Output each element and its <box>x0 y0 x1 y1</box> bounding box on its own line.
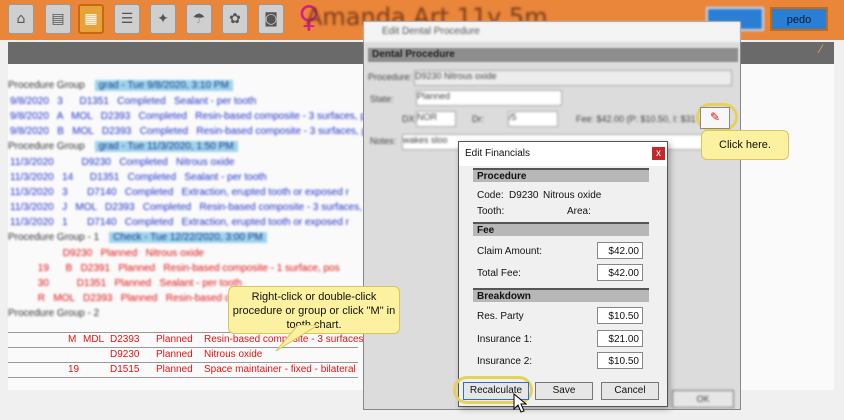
state-select[interactable]: Planned <box>416 90 562 106</box>
table-row[interactable]: 11/3/2020 14 D1351 Completed Sealant - p… <box>8 170 267 185</box>
chart-icon[interactable]: ▦ <box>78 4 104 34</box>
group-tag: grad - Tue 11/3/2020, 1:50 PM <box>94 141 238 152</box>
table-row[interactable]: 19 D1515 Planned Space maintainer - fixe… <box>8 362 358 378</box>
code-value: D9230 <box>509 190 539 201</box>
table-row[interactable]: 11/3/2020 J MOL D2393 Completed Resin-ba… <box>8 200 376 215</box>
fee-section-header: Fee <box>473 222 649 236</box>
procedure-section-header: Procedure <box>473 168 649 182</box>
edit-fee-button[interactable]: ✎ <box>700 107 730 129</box>
pedo-button[interactable]: pedo <box>770 7 828 31</box>
section-header: Dental Procedure <box>368 48 738 62</box>
table-row[interactable]: 11/3/2020 3 D7140 Completed Extraction, … <box>8 185 349 200</box>
code-label: Code: <box>477 190 504 201</box>
table-row[interactable]: 30 D1351 Planned Sealant - per tooth <box>8 276 242 291</box>
code-cell: D9230 <box>110 349 140 360</box>
insurance-2-field[interactable]: $10.50 <box>597 352 643 369</box>
group-label: Procedure Group <box>8 141 85 152</box>
dialog-title: Edit Financials <box>459 142 667 166</box>
tooth-label: Tooth: <box>477 206 505 217</box>
fee-summary: Fee: $42.00 (P: $10.50, I: $31 <box>576 114 696 124</box>
camera-icon[interactable]: ◙ <box>258 4 284 34</box>
claim-amount-field[interactable]: $42.00 <box>597 242 643 259</box>
pills-icon[interactable]: ✿ <box>222 4 248 34</box>
procedure-group-header[interactable]: Procedure Group - 1 Check - Tue 12/22/202… <box>8 230 267 245</box>
claim-amount-label: Claim Amount: <box>477 246 543 257</box>
group-tag: grad - Tue 9/8/2020, 3:10 PM <box>94 80 233 91</box>
table-row[interactable]: 9/8/2020 A MOL D2393 Completed Resin-bas… <box>8 109 372 124</box>
pencil-icon: ✎ <box>709 110 721 124</box>
total-fee-label: Total Fee: <box>477 268 521 279</box>
insurance-1-label: Insurance 1: <box>477 334 533 345</box>
state-label: State: <box>370 94 394 104</box>
area-label: Area: <box>567 206 591 217</box>
home-icon[interactable]: ⌂ <box>8 4 34 34</box>
edit-financials-dialog: Edit Financials x Procedure Code: D9230 … <box>453 141 668 407</box>
res-party-label: Res. Party <box>477 311 524 322</box>
status-cell: Planned <box>156 364 193 375</box>
wand-icon[interactable]: ⁄ <box>820 42 822 56</box>
group-label: Procedure Group <box>8 80 85 91</box>
cancel-button[interactable]: Cancel <box>601 382 659 400</box>
dr-select[interactable]: /5 <box>508 111 558 127</box>
total-fee-field[interactable]: $42.00 <box>597 264 643 281</box>
table-row[interactable]: 11/3/2020 1 D7140 Completed Extraction, … <box>8 215 349 230</box>
group-label: Procedure Group - 2 <box>8 308 100 319</box>
dx-select[interactable]: NOR <box>416 111 456 127</box>
table-row[interactable]: 11/3/2020 D9230 Completed Nitrous oxide <box>8 155 234 170</box>
code-description: Nitrous oxide <box>543 190 602 201</box>
procedure-field[interactable]: D9230 Nitrous oxide <box>414 70 732 86</box>
umbrella-icon[interactable]: ☂ <box>186 4 212 34</box>
procedure-group-header[interactable]: Procedure Group - 2 <box>8 306 99 321</box>
dr-label: Dr: <box>472 114 484 124</box>
status-cell: Planned <box>156 349 193 360</box>
procedure-group-header[interactable]: Procedure Group grad - Tue 11/3/2020, 1:5… <box>8 139 238 154</box>
table-row[interactable]: 9/8/2020 3 D1351 Completed Sealant - per… <box>8 94 256 109</box>
insurance-2-label: Insurance 2: <box>477 356 533 367</box>
res-party-field[interactable]: $10.50 <box>597 307 643 324</box>
description-cell: Space maintainer - fixed - bilateral <box>204 364 356 375</box>
table-row[interactable]: D9230 Planned Nitrous oxide <box>8 246 204 261</box>
document-icon[interactable]: ▤ <box>45 4 71 34</box>
procedure-label: Procedure: <box>368 72 413 82</box>
tooth-cell: M <box>68 334 77 345</box>
insurance-1-field[interactable]: $21.00 <box>597 330 643 347</box>
surface-cell: MDL <box>83 334 105 345</box>
mouse-cursor-icon <box>513 393 527 413</box>
group-label: Procedure Group - 1 <box>8 232 100 243</box>
tooth-cell: 19 <box>68 364 80 375</box>
code-cell: D2393 <box>110 334 140 345</box>
dx-label: DX: <box>402 114 418 124</box>
table-row[interactable]: 19 B D2391 Planned Resin-based composite… <box>8 261 340 276</box>
code-cell: D1515 <box>110 364 140 375</box>
close-icon[interactable]: x <box>652 147 665 160</box>
group-tag: Check - Tue 12/22/2020, 3:00 PM <box>109 232 267 243</box>
status-cell: Planned <box>156 334 193 345</box>
save-button[interactable]: Save <box>535 382 593 400</box>
form-icon[interactable]: ☰ <box>114 4 140 34</box>
dialog-title: Edit Dental Procedure <box>364 22 740 42</box>
callout-click-here: Click here. <box>701 130 789 160</box>
callout-pointer <box>275 325 319 352</box>
breakdown-section-header: Breakdown <box>473 288 649 302</box>
ok-button[interactable]: OK <box>672 390 734 408</box>
notes-label: Notes: <box>370 136 397 146</box>
procedure-group-header[interactable]: Procedure Group grad - Tue 9/8/2020, 3:10… <box>8 78 233 93</box>
description-cell: Nitrous oxide <box>204 349 263 360</box>
table-row[interactable]: 9/8/2020 B MOL D2393 Completed Resin-bas… <box>8 124 373 139</box>
tooth-icon[interactable]: ✦ <box>150 4 176 34</box>
